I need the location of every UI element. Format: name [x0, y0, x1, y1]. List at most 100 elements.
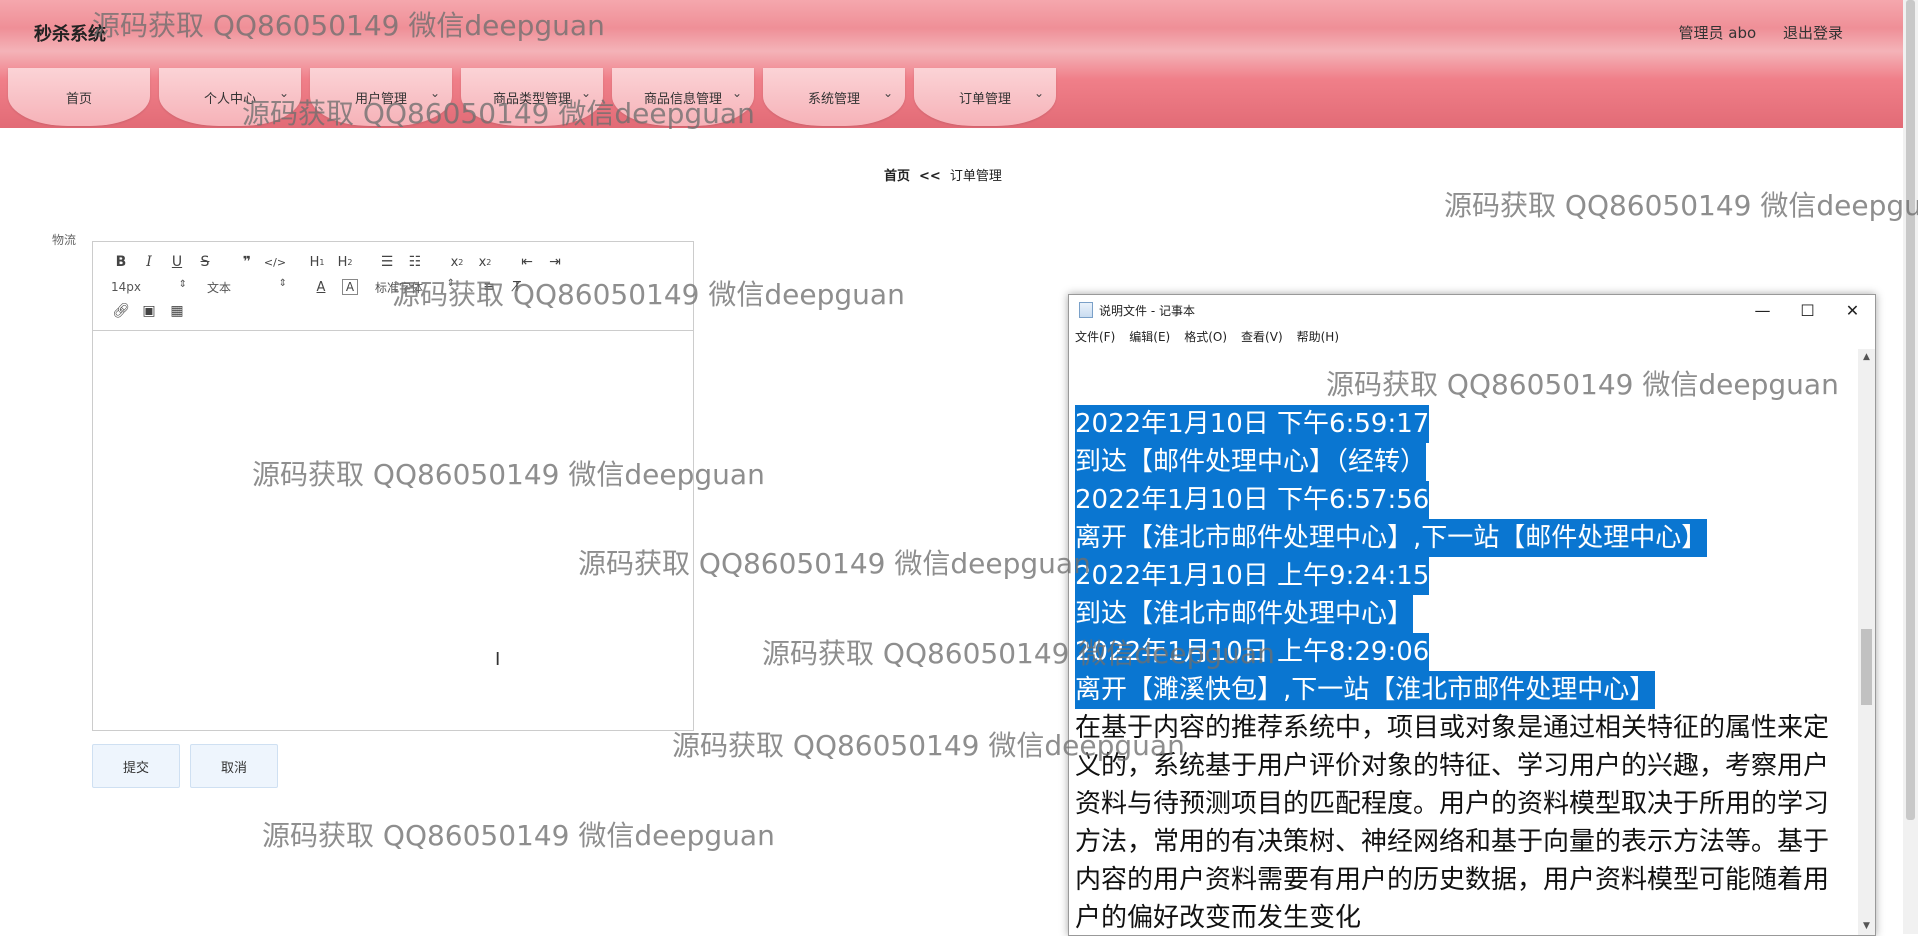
code-icon[interactable]: </> — [261, 252, 289, 272]
background-color-icon[interactable]: A — [342, 279, 358, 295]
select-arrows-icon: ⇕ — [278, 277, 287, 289]
paragraph-select[interactable]: 文本 ⇕ — [207, 278, 287, 296]
video-icon[interactable]: ▦ — [163, 301, 191, 321]
selected-text-line: 到达【邮件处理中心】（经转） — [1075, 443, 1427, 481]
scroll-down-icon[interactable]: ▼ — [1858, 918, 1875, 935]
nav-item-label: 首页 — [65, 91, 92, 107]
editor-content[interactable]: I — [93, 331, 693, 730]
select-arrows-icon: ⇕ — [446, 277, 455, 289]
nav-item-order-management[interactable]: 订单管理 ⌄ — [914, 68, 1056, 126]
nav-item-label: 用户管理 — [354, 91, 407, 107]
chevron-down-icon: ⌄ — [1033, 86, 1044, 100]
scroll-up-icon[interactable]: ▲ — [1858, 349, 1875, 366]
notepad-menubar: 文件(F) 编辑(E) 格式(O) 查看(V) 帮助(H) — [1069, 325, 1875, 347]
scrollbar-thumb[interactable] — [1861, 629, 1872, 705]
page-scrollbar[interactable] — [1903, 0, 1918, 934]
selected-text-line: 2022年1月10日 上午9:24:15 — [1075, 557, 1430, 595]
menu-edit[interactable]: 编辑(E) — [1129, 328, 1170, 345]
align-icon[interactable]: ≡ — [475, 277, 503, 297]
top-header: 秒杀系统 管理员 abo 退出登录 首页 个人中心 ⌄ 用户管理 ⌄ 商品类型管… — [0, 0, 1903, 128]
quote-icon[interactable]: ❞ — [233, 252, 261, 272]
nav-item-system-management[interactable]: 系统管理 ⌄ — [763, 68, 905, 126]
toolbar-row-2: 14px ⇕ 文本 ⇕ A A 标准字体 ⇕ ≡ T̸ — [107, 277, 531, 297]
chevron-down-icon: ⌄ — [580, 86, 591, 100]
watermark-text: 源码获取 QQ86050149 微信deepguan — [1444, 189, 1918, 222]
indent-icon[interactable]: ⇥ — [541, 252, 569, 272]
h2-icon[interactable]: H2 — [331, 252, 359, 272]
font-family-value: 标准字体 — [375, 280, 424, 295]
nav-item-label: 商品信息管理 — [643, 91, 722, 107]
chevron-down-icon: ⌄ — [882, 86, 893, 100]
logout-link[interactable]: 退出登录 — [1783, 24, 1843, 42]
watermark-text: 源码获取 QQ86050149 微信deepguan — [262, 819, 775, 852]
breadcrumb: 首页 << 订单管理 — [884, 165, 1002, 184]
menu-help[interactable]: 帮助(H) — [1297, 328, 1339, 345]
selected-text-line: 2022年1月10日 下午6:57:56 — [1075, 481, 1430, 519]
bullet-list-icon[interactable]: ☷ — [401, 252, 429, 272]
chevron-down-icon: ⌄ — [278, 86, 289, 100]
menu-format[interactable]: 格式(O) — [1184, 328, 1227, 345]
current-user: 管理员 abo — [1678, 24, 1757, 42]
nav-item-user-management[interactable]: 用户管理 ⌄ — [310, 68, 452, 126]
italic-icon[interactable]: I — [135, 252, 163, 272]
clean-icon[interactable]: T̸ — [503, 277, 531, 297]
rich-text-editor: B I U S ❞ </> H1 H2 ☰ ☷ x2 x2 ⇤ ⇥ 14px ⇕… — [92, 241, 694, 731]
minimize-icon[interactable]: — — [1740, 295, 1785, 325]
nav-item-label: 系统管理 — [807, 91, 860, 107]
nav-item-product-type-management[interactable]: 商品类型管理 ⌄ — [461, 68, 603, 126]
maximize-icon[interactable]: ☐ — [1785, 295, 1830, 325]
font-color-icon[interactable]: A — [307, 277, 335, 297]
select-arrows-icon: ⇕ — [178, 279, 187, 290]
h1-icon[interactable]: H1 — [303, 252, 331, 272]
selected-text-line: 离开【淮北市邮件处理中心】,下一站【邮件处理中心】 — [1075, 519, 1708, 557]
selected-text-line: 2022年1月10日 下午6:59:17 — [1075, 405, 1430, 443]
nav-item-label: 个人中心 — [203, 91, 256, 107]
notepad-icon — [1079, 302, 1093, 318]
font-size-value: 14px — [111, 280, 141, 294]
superscript-icon[interactable]: x2 — [471, 252, 499, 272]
cancel-button[interactable]: 取消 — [190, 744, 278, 788]
image-icon[interactable]: ▣ — [135, 301, 163, 321]
chevron-down-icon: ⌄ — [429, 86, 440, 100]
submit-button[interactable]: 提交 — [92, 744, 180, 788]
menu-view[interactable]: 查看(V) — [1241, 328, 1283, 345]
selected-text-line: 2022年1月10日 上午8:29:06 — [1075, 633, 1430, 671]
notepad-text-area[interactable]: 2022年1月10日 下午6:59:17 到达【邮件处理中心】（经转） 2022… — [1069, 349, 1858, 935]
underline-icon[interactable]: U — [163, 252, 191, 272]
notepad-title: 说明文件 - 记事本 — [1099, 303, 1195, 318]
breadcrumb-separator: << — [919, 169, 941, 184]
notepad-body-text: 在基于内容的推荐系统中，项目或对象是通过相关特征的属性来定义的，系统基于用户评价… — [1075, 713, 1830, 933]
strike-icon[interactable]: S — [191, 252, 219, 272]
breadcrumb-home[interactable]: 首页 — [884, 169, 910, 184]
selected-text-line: 离开【濉溪快包】,下一站【淮北市邮件处理中心】 — [1075, 671, 1656, 709]
nav-item-product-info-management[interactable]: 商品信息管理 ⌄ — [612, 68, 754, 126]
notepad-scrollbar[interactable]: ▲ ▼ — [1858, 349, 1875, 935]
brand-title: 秒杀系统 — [34, 24, 106, 45]
subscript-icon[interactable]: x2 — [443, 252, 471, 272]
toolbar-row-1: B I U S ❞ </> H1 H2 ☰ ☷ x2 x2 ⇤ ⇥ — [107, 252, 569, 272]
ordered-list-icon[interactable]: ☰ — [373, 252, 401, 272]
font-family-select[interactable]: 标准字体 ⇕ — [375, 278, 455, 296]
nav-item-label: 商品类型管理 — [492, 91, 571, 107]
nav-item-label: 订单管理 — [958, 91, 1011, 107]
font-size-select[interactable]: 14px ⇕ — [111, 279, 187, 294]
notepad-window: 说明文件 - 记事本 — ☐ ✕ 文件(F) 编辑(E) 格式(O) 查看(V)… — [1068, 294, 1876, 936]
paragraph-value: 文本 — [207, 280, 232, 295]
chevron-down-icon: ⌄ — [731, 86, 742, 100]
menu-file[interactable]: 文件(F) — [1075, 328, 1115, 345]
close-icon[interactable]: ✕ — [1830, 295, 1875, 325]
outdent-icon[interactable]: ⇤ — [513, 252, 541, 272]
main-nav: 首页 个人中心 ⌄ 用户管理 ⌄ 商品类型管理 ⌄ 商品信息管理 ⌄ 系统管理 … — [8, 68, 1065, 128]
window-controls: — ☐ ✕ — [1740, 295, 1875, 325]
toolbar-row-3: 🔗︎ ▣ ▦ — [107, 301, 191, 321]
bold-icon[interactable]: B — [107, 252, 135, 272]
nav-item-personal-center[interactable]: 个人中心 ⌄ — [159, 68, 301, 126]
user-area: 管理员 abo 退出登录 — [1657, 22, 1843, 43]
notepad-titlebar[interactable]: 说明文件 - 记事本 — ☐ ✕ — [1069, 295, 1875, 325]
logistics-label: 物流 — [52, 233, 77, 247]
editor-toolbar: B I U S ❞ </> H1 H2 ☰ ☷ x2 x2 ⇤ ⇥ 14px ⇕… — [93, 242, 693, 331]
nav-item-home[interactable]: 首页 — [8, 68, 150, 126]
page-scrollbar-thumb[interactable] — [1906, 0, 1915, 820]
link-icon[interactable]: 🔗︎ — [107, 301, 135, 321]
text-cursor-icon: I — [495, 649, 501, 670]
